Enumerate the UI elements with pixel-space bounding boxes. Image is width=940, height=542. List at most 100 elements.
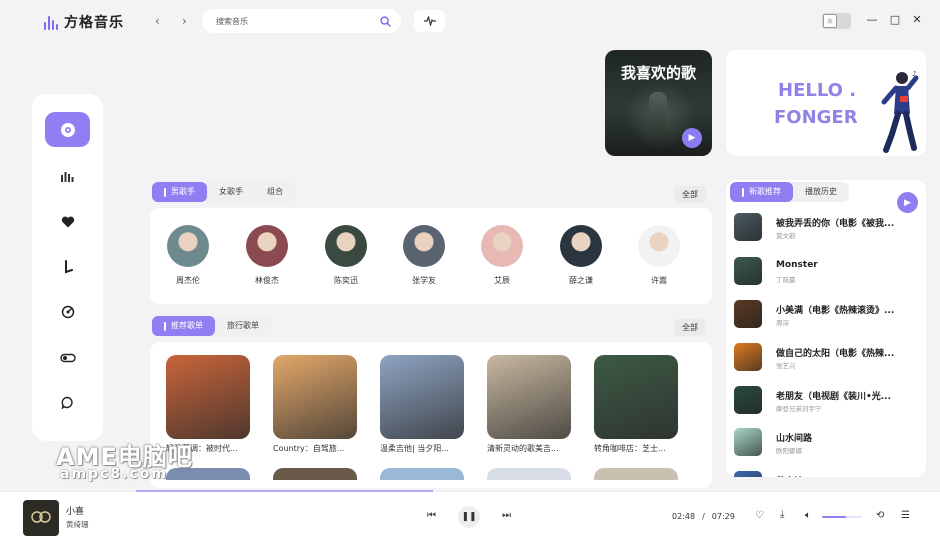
new-song-item[interactable]: 山水间路 欧阳娜娜 — [734, 423, 924, 463]
singers-all-button[interactable]: 全部 — [674, 186, 706, 203]
repeat-button[interactable]: ⟲ — [876, 510, 884, 521]
forward-button[interactable]: › — [182, 14, 187, 28]
new-song-item[interactable]: 苏小妹 — [734, 466, 924, 477]
search-input[interactable] — [216, 16, 366, 26]
singer-item[interactable]: 陈奕迅 — [316, 225, 376, 286]
song-title: 苏小妹 — [776, 474, 924, 477]
song-cover — [734, 428, 762, 456]
sidebar-item-download[interactable] — [45, 249, 90, 284]
disc-icon — [60, 122, 75, 137]
tab-new-songs[interactable]: 新歌推荐 — [730, 182, 793, 202]
playback-progress-fill — [136, 490, 434, 492]
playlist-queue-button[interactable]: ☰ — [901, 510, 910, 521]
volume-slider[interactable] — [822, 516, 862, 518]
tab-recommended-playlists[interactable]: 推荐歌单 — [152, 316, 215, 336]
singer-item[interactable]: 张学友 — [394, 225, 454, 286]
pause-icon: ❚❚ — [461, 512, 477, 522]
tab-travel-playlists[interactable]: 旅行歌单 — [215, 316, 271, 336]
sidebar-item-disc[interactable] — [45, 112, 90, 147]
play-icon: ▶ — [904, 197, 911, 208]
sidebar-item-favorites[interactable] — [45, 204, 90, 239]
new-songs-tabs: 新歌推荐 播放历史 — [730, 182, 849, 202]
playback-progress-track[interactable] — [136, 490, 940, 492]
download-icon — [64, 259, 73, 273]
sidebar-item-messages[interactable] — [45, 385, 90, 420]
pause-button[interactable]: ❚❚ — [458, 506, 480, 528]
new-song-item[interactable]: 小美满（电影《热辣滚烫》... 周深 — [734, 295, 924, 335]
hello-line1: HELLO . — [778, 80, 857, 101]
tab-play-history[interactable]: 播放历史 — [793, 182, 849, 202]
singer-name: 艾辰 — [494, 276, 510, 285]
new-song-item[interactable]: 做自己的太阳（电影《热辣... 张艺兴 — [734, 338, 924, 378]
favorite-songs-card[interactable]: 我喜欢的歌 ▶ — [605, 50, 712, 156]
song-cover — [734, 300, 762, 328]
song-artist: 欧阳娜娜 — [776, 447, 802, 455]
heart-outline-icon: ♡ — [755, 510, 764, 521]
singer-tabs: 男歌手 女歌手 组合 — [152, 182, 295, 202]
download-button[interactable]: ⤓ — [780, 509, 784, 520]
sidebar-item-radio[interactable] — [45, 294, 90, 329]
playlist-card[interactable]: 清新灵动的歌美吉... — [487, 355, 577, 454]
like-button[interactable]: ♡ — [755, 510, 764, 521]
singer-item[interactable]: 周杰伦 — [158, 225, 218, 286]
volume-level — [822, 516, 846, 518]
close-button[interactable]: ✕ — [910, 13, 924, 26]
singer-name: 张学友 — [412, 276, 436, 285]
maximize-button[interactable]: □ — [888, 13, 902, 26]
svg-text:♪: ♪ — [912, 70, 916, 78]
singer-item[interactable]: 许嵩 — [629, 225, 689, 286]
tab-groups[interactable]: 组合 — [255, 182, 295, 202]
previous-track-button[interactable]: ⏮ — [427, 510, 436, 521]
playlist-card-partial[interactable] — [273, 468, 357, 480]
song-title: 被我弄丢的你（电影《被我... — [776, 219, 895, 229]
watermark-line2: ampc8.com — [60, 466, 168, 482]
playlists-all-button[interactable]: 全部 — [674, 319, 706, 336]
app-name: 方格音乐 — [64, 15, 124, 31]
playlist-card[interactable]: 温柔吉他| 当夕阳... — [380, 355, 470, 454]
singer-item[interactable]: 林俊杰 — [237, 225, 297, 286]
singer-name: 薛之谦 — [569, 276, 593, 285]
figure-image — [649, 92, 667, 142]
song-title: 做自己的太阳（电影《热辣... — [776, 349, 895, 359]
playlist-card-partial[interactable] — [380, 468, 464, 480]
playlist-name: 清新灵动的歌美吉... — [487, 444, 559, 453]
voice-recognition-button[interactable] — [414, 10, 445, 32]
repeat-icon: ⟲ — [876, 510, 885, 521]
singer-avatar — [638, 225, 680, 267]
playlist-card[interactable]: 转角咖啡店：芝士... — [594, 355, 684, 454]
volume-button[interactable]: 🔈︎ — [805, 510, 811, 521]
singer-item[interactable]: 薛之谦 — [551, 225, 611, 286]
singer-name: 许嵩 — [651, 276, 667, 285]
back-button[interactable]: ‹ — [155, 14, 160, 28]
playlist-card-partial[interactable] — [594, 468, 678, 480]
singer-avatar — [246, 225, 288, 267]
minimize-button[interactable]: — — [865, 13, 879, 26]
play-icon[interactable]: ▶ — [682, 128, 702, 148]
singer-avatar — [560, 225, 602, 267]
skip-previous-icon: ⏮ — [427, 510, 436, 521]
sidebar-item-charts[interactable] — [45, 158, 90, 193]
waveform-icon — [423, 16, 436, 26]
playlist-card-partial[interactable] — [487, 468, 571, 480]
playlist-cover — [487, 355, 571, 439]
playlist-card[interactable]: Country：自驾旅... — [273, 355, 363, 454]
search-icon[interactable] — [380, 15, 391, 27]
playlist-name: 温柔吉他| 当夕阳... — [380, 444, 449, 453]
current-time: 02:48 — [672, 512, 696, 521]
new-song-item[interactable]: Monster 丁筱赢 — [734, 252, 924, 292]
song-cover — [734, 386, 762, 414]
tab-female-singers[interactable]: 女歌手 — [207, 182, 255, 202]
song-artist: 摩登兄弟刘宇宁 — [776, 405, 822, 413]
theme-toggle[interactable]: ☼ — [822, 13, 851, 29]
total-time: 07:29 — [711, 512, 735, 521]
new-song-item[interactable]: 老朋友（电视剧《装川•光... 摩登兄弟刘宇宁 — [734, 381, 924, 421]
song-artist: 丁筱赢 — [776, 276, 796, 284]
left-sidebar — [32, 94, 103, 441]
next-track-button[interactable]: ⏭ — [502, 510, 511, 521]
time-display: 02:48 / 07:29 — [672, 512, 735, 521]
tab-male-singers[interactable]: 男歌手 — [152, 182, 207, 202]
singer-item[interactable]: 艾辰 — [472, 225, 532, 286]
sidebar-item-settings[interactable] — [45, 340, 90, 375]
new-song-item[interactable]: 被我弄丢的你（电影《被我... 莫文蔚 — [734, 208, 924, 248]
album-cover[interactable] — [23, 500, 59, 536]
